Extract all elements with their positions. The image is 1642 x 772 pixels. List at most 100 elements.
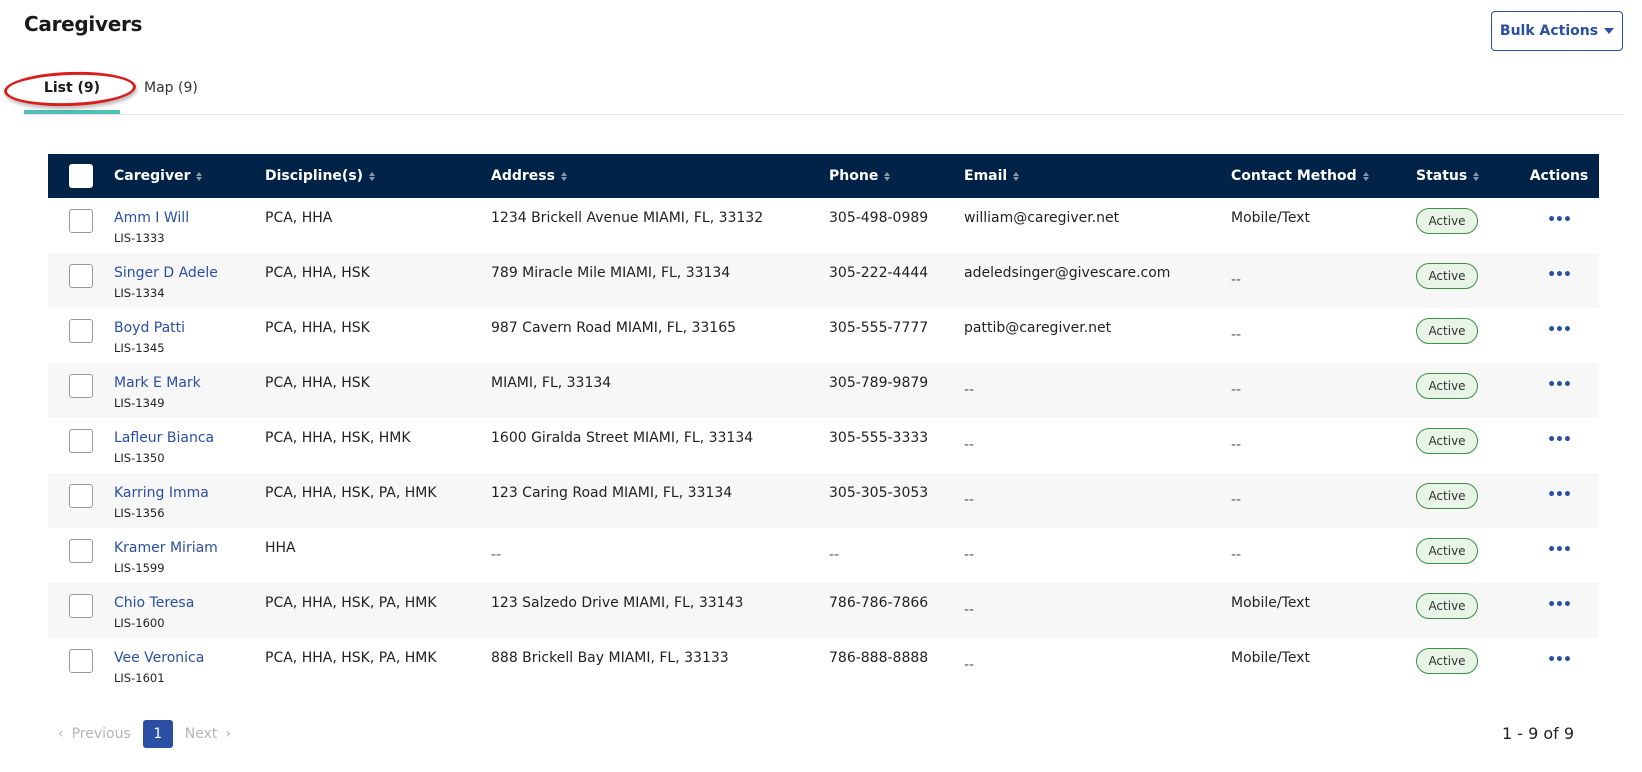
table-row: Singer D Adele LIS-1334 PCA, HHA, HSK 789 M…: [48, 253, 1599, 308]
address: 888 Brickell Bay MIAMI, FL, 33133: [491, 650, 729, 666]
next-page-button[interactable]: Next ›: [185, 726, 231, 742]
email: pattib@caregiver.net: [964, 320, 1112, 336]
row-checkbox[interactable]: [69, 374, 93, 398]
phone: 305-222-4444: [829, 265, 929, 281]
select-all-checkbox[interactable]: [69, 164, 93, 188]
row-checkbox[interactable]: [69, 319, 93, 343]
caregiver-name-link[interactable]: Singer D Adele: [114, 265, 265, 281]
status-badge: Active: [1416, 318, 1478, 344]
caregiver-name-link[interactable]: Mark E Mark: [114, 375, 265, 391]
contact-method: Mobile/Text: [1231, 595, 1310, 611]
row-checkbox[interactable]: [69, 539, 93, 563]
more-horizontal-icon[interactable]: •••: [1547, 597, 1572, 613]
disciplines: PCA, HHA, HSK, PA, HMK: [265, 595, 437, 611]
contact-method: --: [1231, 272, 1242, 288]
more-horizontal-icon[interactable]: •••: [1547, 487, 1572, 503]
phone: --: [829, 547, 840, 563]
more-horizontal-icon[interactable]: •••: [1547, 322, 1572, 338]
email: --: [964, 437, 975, 453]
address: 1600 Giralda Street MIAMI, FL, 33134: [491, 430, 754, 446]
email: william@caregiver.net: [964, 210, 1120, 226]
row-checkbox[interactable]: [69, 264, 93, 288]
caregiver-name-link[interactable]: Kramer Miriam: [114, 540, 265, 556]
table-row: Karring Imma LIS-1356 PCA, HHA, HSK, PA, H…: [48, 473, 1599, 528]
address: 789 Miracle Mile MIAMI, FL, 33134: [491, 265, 731, 281]
contact-method: --: [1231, 547, 1242, 563]
caregiver-name-link[interactable]: Chio Teresa: [114, 595, 265, 611]
results-range: 1 - 9 of 9: [1502, 724, 1575, 743]
contact-method: Mobile/Text: [1231, 650, 1310, 666]
contact-method: --: [1231, 327, 1242, 343]
email: --: [964, 657, 975, 673]
column-header-address[interactable]: Address: [491, 168, 829, 184]
row-checkbox[interactable]: [69, 649, 93, 673]
caregiver-id: LIS-1345: [114, 341, 165, 355]
tab-list[interactable]: List (9): [24, 80, 120, 96]
status-badge: Active: [1416, 428, 1478, 454]
row-checkbox[interactable]: [69, 209, 93, 233]
contact-method: --: [1231, 492, 1242, 508]
caregiver-name-link[interactable]: Amm I Will: [114, 210, 265, 226]
page-1-button[interactable]: 1: [142, 720, 173, 748]
disciplines: PCA, HHA, HSK, HMK: [265, 430, 411, 446]
view-tabs: List (9) Map (9): [24, 70, 1623, 115]
caregiver-id: LIS-1356: [114, 506, 165, 520]
column-label: Discipline(s): [265, 168, 364, 184]
status-badge: Active: [1416, 648, 1478, 674]
email: --: [964, 602, 975, 618]
column-header-caregiver[interactable]: Caregiver: [114, 168, 265, 184]
caregiver-name-link[interactable]: Karring Imma: [114, 485, 265, 501]
status-badge: Active: [1416, 538, 1478, 564]
column-header-email[interactable]: Email: [964, 168, 1231, 184]
previous-page-button[interactable]: ‹ Previous: [58, 726, 131, 742]
column-header-phone[interactable]: Phone: [829, 168, 964, 184]
row-checkbox[interactable]: [69, 594, 93, 618]
caregiver-id: LIS-1350: [114, 451, 165, 465]
bulk-actions-label: Bulk Actions: [1499, 23, 1599, 39]
caregiver-name-link[interactable]: Vee Veronica: [114, 650, 265, 666]
pagination: ‹ Previous 1 Next ›: [58, 720, 231, 748]
disciplines: PCA, HHA, HSK, PA, HMK: [265, 650, 437, 666]
row-checkbox[interactable]: [69, 429, 93, 453]
column-label: Caregiver: [114, 168, 191, 184]
more-horizontal-icon[interactable]: •••: [1547, 267, 1572, 283]
more-horizontal-icon[interactable]: •••: [1547, 377, 1572, 393]
column-header-contact-method[interactable]: Contact Method: [1231, 168, 1416, 184]
phone: 305-789-9879: [829, 375, 929, 391]
sort-icon: [1013, 171, 1020, 181]
table-row: Chio Teresa LIS-1600 PCA, HHA, HSK, PA, HM…: [48, 583, 1599, 638]
chevron-right-icon: ›: [225, 726, 232, 742]
email: --: [964, 382, 975, 398]
sort-icon: [196, 171, 203, 181]
more-horizontal-icon[interactable]: •••: [1547, 652, 1572, 668]
disciplines: HHA: [265, 540, 296, 556]
column-label: Actions: [1529, 168, 1589, 184]
more-horizontal-icon[interactable]: •••: [1547, 212, 1572, 228]
more-horizontal-icon[interactable]: •••: [1547, 542, 1572, 558]
row-checkbox[interactable]: [69, 484, 93, 508]
caregiver-id: LIS-1599: [114, 561, 165, 575]
page-title: Caregivers: [24, 12, 143, 36]
email: --: [964, 547, 975, 563]
caret-down-icon: [1604, 28, 1615, 34]
column-header-disciplines[interactable]: Discipline(s): [265, 168, 491, 184]
column-label: Status: [1416, 168, 1468, 184]
active-tab-indicator: [24, 110, 120, 114]
caregiver-name-link[interactable]: Boyd Patti: [114, 320, 265, 336]
table-row: Vee Veronica LIS-1601 PCA, HHA, HSK, PA, H…: [48, 638, 1599, 693]
status-badge: Active: [1416, 208, 1478, 234]
status-badge: Active: [1416, 593, 1478, 619]
phone: 305-305-3053: [829, 485, 929, 501]
sort-icon: [560, 171, 567, 181]
table-row: Boyd Patti LIS-1345 PCA, HHA, HSK 987 Caver…: [48, 308, 1599, 363]
more-horizontal-icon[interactable]: •••: [1547, 432, 1572, 448]
caregiver-name-link[interactable]: Lafleur Bianca: [114, 430, 265, 446]
bulk-actions-button[interactable]: Bulk Actions: [1491, 11, 1623, 51]
chevron-left-icon: ‹: [58, 726, 64, 742]
table-body: Amm I Will LIS-1333 PCA, HHA 1234 Brickell …: [48, 198, 1599, 693]
status-badge: Active: [1416, 263, 1478, 289]
column-label: Phone: [829, 168, 879, 184]
status-badge: Active: [1416, 373, 1478, 399]
tab-map[interactable]: Map (9): [144, 80, 198, 96]
column-header-status[interactable]: Status: [1416, 168, 1519, 184]
